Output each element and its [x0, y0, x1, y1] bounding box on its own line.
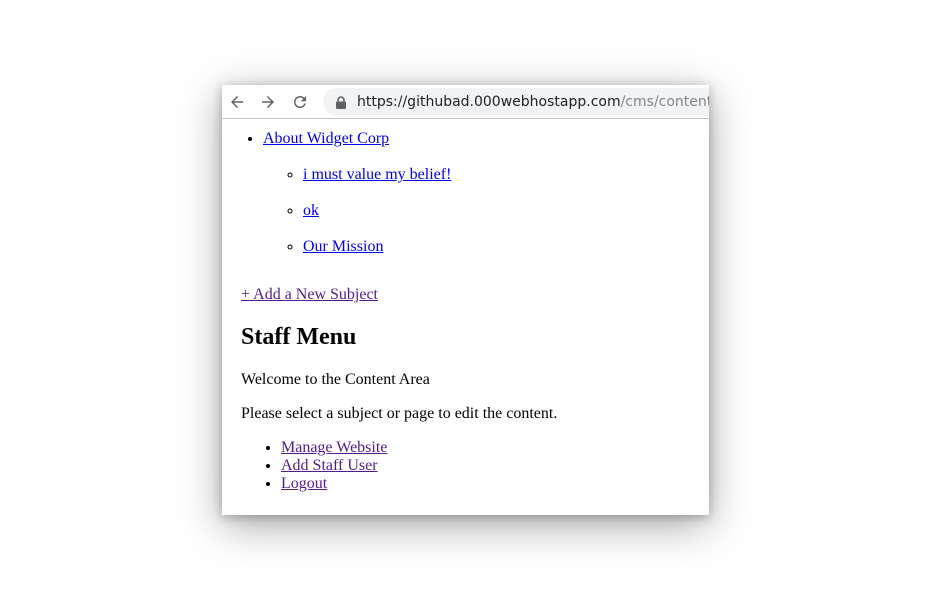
- url-text: https://githubad.000webhostapp.com/cms/c…: [357, 88, 709, 116]
- welcome-text: Welcome to the Content Area: [241, 371, 430, 388]
- reload-icon: [294, 96, 306, 108]
- page-item: ok: [303, 202, 451, 220]
- logout-link[interactable]: Logout: [281, 475, 327, 492]
- subjects-nav: About Widget Corp i must value my belief…: [263, 130, 451, 256]
- browser-toolbar: https://githubad.000webhostapp.com/cms/c…: [222, 85, 709, 119]
- subject-link-about-widget-corp[interactable]: About Widget Corp: [263, 130, 389, 147]
- arrow-right-icon: [262, 96, 274, 108]
- page-link-ok[interactable]: ok: [303, 202, 319, 219]
- forward-button[interactable]: [256, 90, 280, 114]
- address-bar[interactable]: https://githubad.000webhostapp.com/cms/c…: [323, 88, 709, 116]
- url-path: /cms/content.php: [620, 94, 709, 110]
- reload-button[interactable]: [288, 90, 312, 114]
- subject-item: About Widget Corp i must value my belief…: [263, 130, 451, 256]
- list-item: Add Staff User: [281, 457, 387, 475]
- manage-website-link[interactable]: Manage Website: [281, 439, 387, 456]
- page-title: Staff Menu: [241, 324, 357, 350]
- arrow-left-icon: [231, 96, 243, 108]
- lock-icon: [336, 96, 346, 109]
- browser-window: https://githubad.000webhostapp.com/cms/c…: [222, 85, 709, 515]
- add-subject-link[interactable]: + Add a New Subject: [241, 286, 378, 304]
- list-item: Logout: [281, 475, 387, 493]
- url-host: https://githubad.000webhostapp.com: [357, 94, 621, 110]
- pages-list: i must value my belief! ok Our Mission: [263, 166, 451, 256]
- staff-menu-list: Manage Website Add Staff User Logout: [281, 439, 387, 493]
- instruction-text: Please select a subject or page to edit …: [241, 405, 558, 422]
- page-link-our-mission[interactable]: Our Mission: [303, 238, 383, 255]
- page-item: i must value my belief!: [303, 166, 451, 184]
- page-link-value-belief[interactable]: i must value my belief!: [303, 166, 451, 183]
- add-staff-user-link[interactable]: Add Staff User: [281, 457, 378, 474]
- list-item: Manage Website: [281, 439, 387, 457]
- back-button[interactable]: [225, 90, 249, 114]
- page-item: Our Mission: [303, 238, 451, 256]
